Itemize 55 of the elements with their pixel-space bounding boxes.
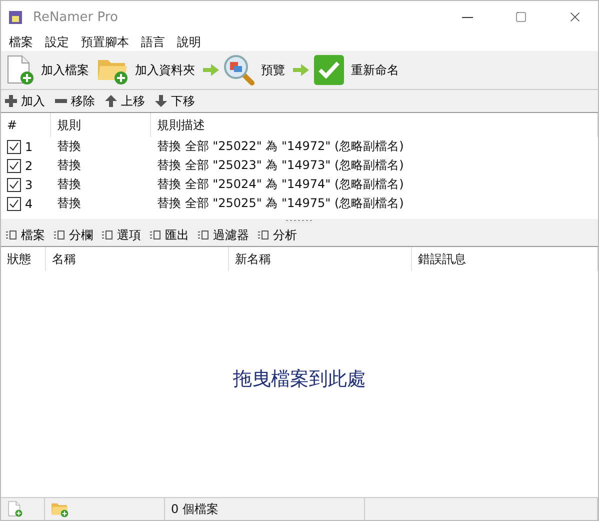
arrow-icon xyxy=(293,64,309,76)
rules-toolbar-button[interactable]: 移除 xyxy=(55,92,95,110)
table-cell-text: 替換 全部 "25022" 為 "14972" (忽略副檔名) xyxy=(156,138,405,155)
window-title: ReNamer Pro xyxy=(33,10,119,24)
table-cell-text: 替換 全部 "25025" 為 "14975" (忽略副檔名) xyxy=(156,195,405,212)
table-cell: 2 xyxy=(25,158,33,172)
table-cell-text: 替換 全部 "25023" 為 "14973" (忽略副檔名) xyxy=(156,157,405,174)
maximize-icon xyxy=(515,11,527,23)
file-add-icon xyxy=(5,55,35,85)
arrow-icon xyxy=(203,64,219,76)
table-cell-text: 替換 xyxy=(56,176,82,193)
files-toolbar-button[interactable]: 匯出 xyxy=(149,226,189,244)
columns-icon xyxy=(5,229,17,241)
checkbox[interactable] xyxy=(7,158,21,172)
files-toolbar-button[interactable]: 過濾器 xyxy=(197,226,249,244)
menu-item[interactable]: 語言 xyxy=(135,33,171,51)
column-header[interactable]: 規則 xyxy=(51,113,151,137)
app-icon xyxy=(7,8,25,26)
files-toolbar-button[interactable]: 分析 xyxy=(257,226,297,244)
file-add-icon xyxy=(7,501,23,517)
toolbar-button[interactable]: 加入資料夾 xyxy=(97,54,199,86)
arrow-down-icon xyxy=(155,95,167,107)
toolbar-button[interactable]: 預覽 xyxy=(223,54,289,86)
menu-item[interactable]: 檔案 xyxy=(3,33,39,51)
column-header[interactable]: # xyxy=(1,113,51,137)
files-toolbar-button[interactable]: 選項 xyxy=(101,226,141,244)
table-cell-text: 替換 xyxy=(56,157,82,174)
toolbar-button[interactable]: 重新命名 xyxy=(313,54,403,86)
checkbox[interactable] xyxy=(7,178,21,192)
rules-toolbar-button[interactable]: 下移 xyxy=(155,92,195,110)
toolbar-button[interactable]: 加入檔案 xyxy=(5,55,93,85)
column-header[interactable]: 規則描述 xyxy=(151,113,598,137)
menu-item[interactable]: 說明 xyxy=(171,33,207,51)
files-toolbar-button[interactable]: 分欄 xyxy=(53,226,93,244)
menu-item[interactable]: 預置腳本 xyxy=(75,33,135,51)
minimize-icon xyxy=(462,16,472,18)
rules-toolbar-button[interactable]: 上移 xyxy=(105,92,145,110)
arrow-up-icon xyxy=(105,95,117,107)
files-toolbar-button[interactable]: 檔案 xyxy=(5,226,45,244)
plus-icon xyxy=(5,95,17,107)
table-cell-text: 替換 xyxy=(56,138,82,155)
drop-hint: 拖曳檔案到此處 xyxy=(233,367,366,392)
checkbox[interactable] xyxy=(7,140,21,154)
checkbox[interactable] xyxy=(7,196,21,210)
table-cell-text: 替換 xyxy=(56,195,82,212)
table-cell: 1 xyxy=(25,140,33,154)
menu-item[interactable]: 設定 xyxy=(39,33,75,51)
checkmark-icon xyxy=(313,54,345,86)
rules-toolbar-button[interactable]: 加入 xyxy=(5,92,45,110)
file-count: 0 個檔案 xyxy=(171,500,218,518)
magnifier-icon xyxy=(223,54,255,86)
table-cell-text: 替換 全部 "25024" 為 "14974" (忽略副檔名) xyxy=(156,176,405,193)
table-cell: 4 xyxy=(25,196,33,210)
columns-icon xyxy=(53,229,65,241)
table-cell: 3 xyxy=(25,178,33,192)
